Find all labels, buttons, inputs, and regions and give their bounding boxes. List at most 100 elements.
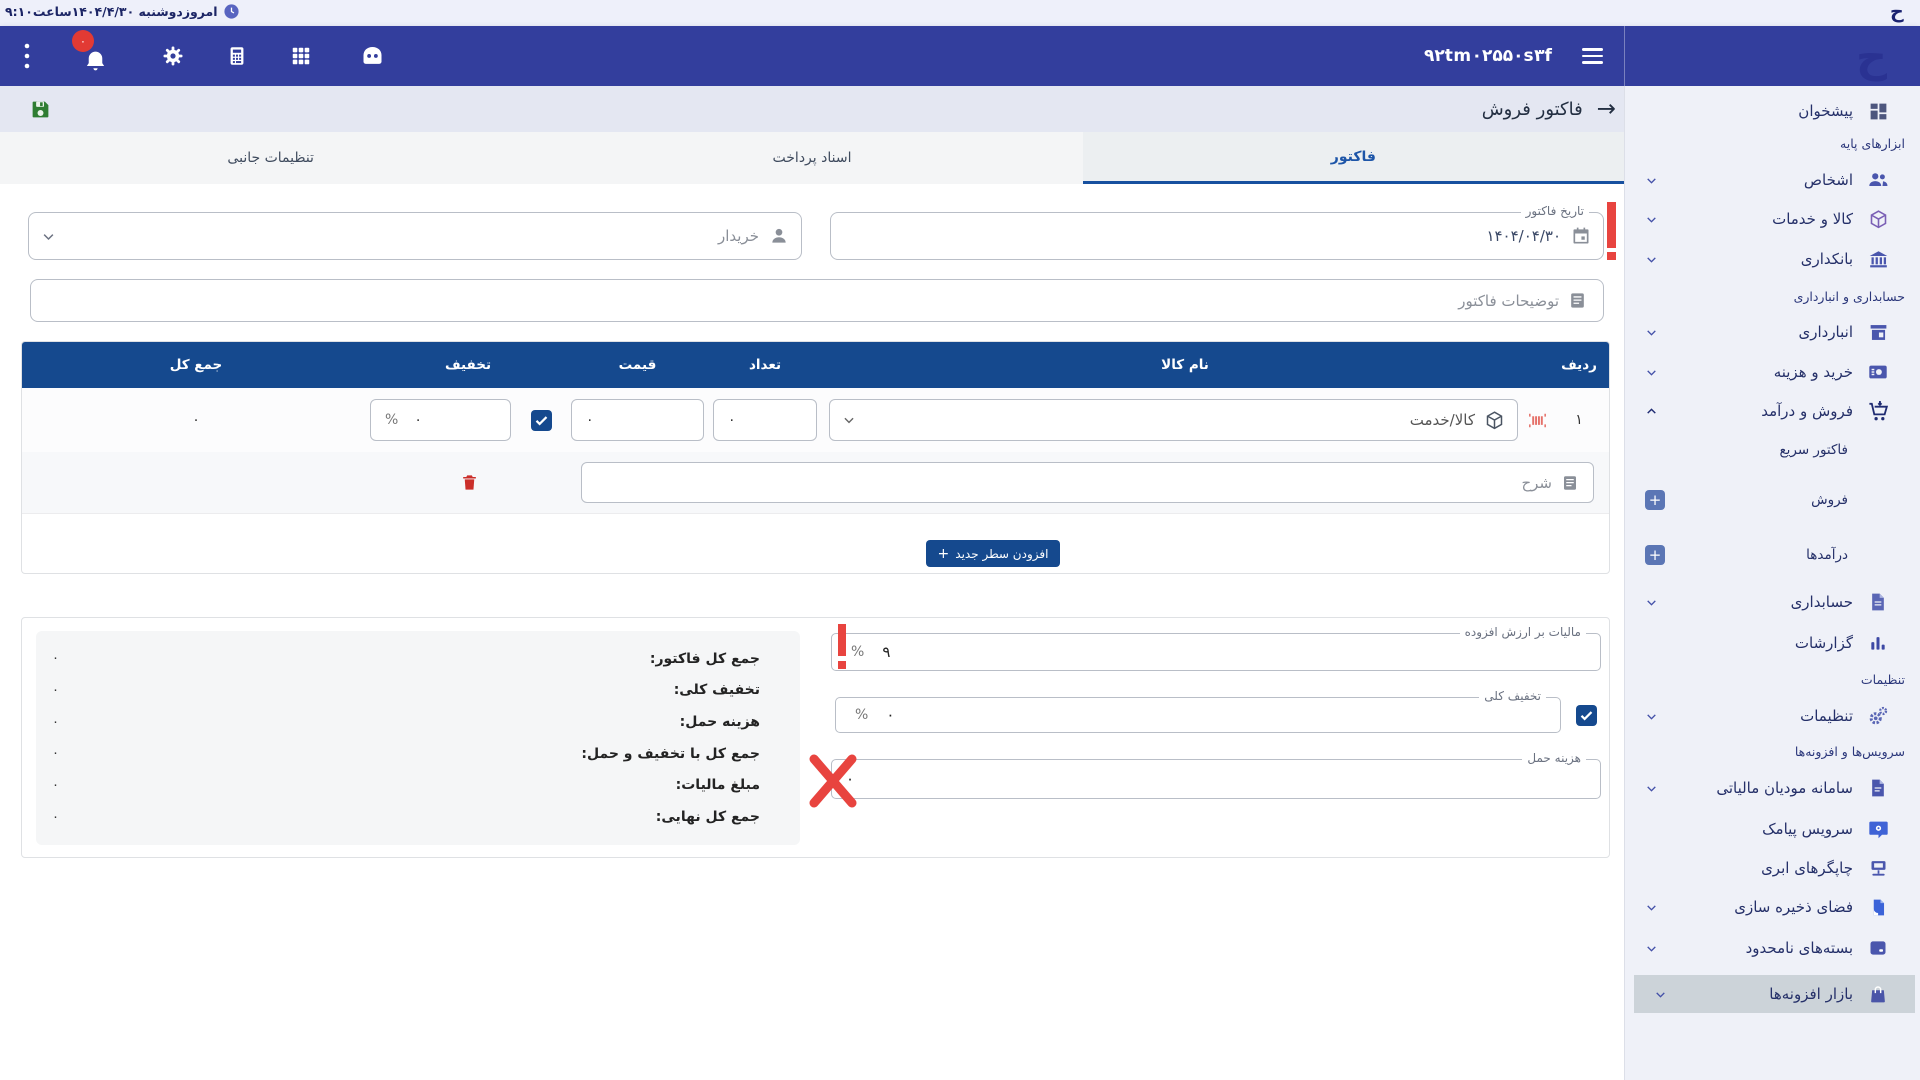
plus-icon: + (938, 546, 950, 562)
sidebar-subitem-label: فاکتور سریع (1779, 442, 1848, 458)
delete-row-trash-icon[interactable] (460, 471, 479, 494)
add-row-label: افزودن سطر جدید (955, 547, 1048, 561)
sidebar-item-accounting[interactable]: حسابداری (1625, 583, 1920, 621)
back-arrow-icon[interactable]: → (1597, 98, 1616, 121)
sidebar-item-tax-system[interactable]: سامانه مودیان مالیاتی (1625, 769, 1920, 807)
navbar-divider (1624, 26, 1625, 86)
apps-grid-icon[interactable] (289, 26, 313, 86)
summary-row-total-with-discount-shipping: جمع کل با تخفیف و حمل: ۰ (52, 746, 760, 762)
calculator-icon[interactable] (225, 26, 249, 86)
chevron-up-icon (1645, 405, 1658, 418)
description-list-icon (1561, 474, 1579, 492)
sidebar-item-persons[interactable]: اشخاص (1625, 161, 1920, 199)
total-discount-input[interactable]: تخفیف کلی % ۰ (835, 697, 1561, 733)
vat-input[interactable]: مالیات بر ارزش افزوده % ۹ (831, 633, 1601, 671)
notifications-bell-icon[interactable]: ۰ (80, 26, 110, 86)
chevron-down-icon (1645, 326, 1658, 339)
sidebar-item-storage-space[interactable]: فضای ذخیره سازی (1625, 888, 1920, 926)
tab-payment-documents[interactable]: اسناد پرداخت (541, 132, 1082, 184)
total-discount-checkbox[interactable] (1576, 705, 1597, 726)
summary-row-total-discount: تخفیف کلی: ۰ (52, 682, 760, 698)
page-toolbar: → فاکتور فروش (0, 86, 1624, 132)
summary-label: جمع کل فاکتور: (650, 651, 760, 667)
tab-side-settings[interactable]: تنظیمات جانبی (0, 132, 541, 184)
people-icon (1866, 169, 1890, 191)
sidebar-item-sales-income[interactable]: فروش و درآمد (1625, 392, 1920, 430)
shipping-cost-input[interactable]: هزینه حمل ۰ (831, 759, 1601, 799)
sidebar-subitem-incomes[interactable]: درآمدها + (1625, 538, 1920, 572)
summary-row-final-total: جمع کل نهایی: ۰ (52, 809, 760, 825)
hamburger-menu-icon[interactable] (1582, 48, 1603, 64)
sidebar-item-dashboard[interactable]: پیشخوان (1625, 92, 1920, 130)
header-item-name: نام کالا (821, 357, 1549, 373)
printer-icon (1866, 858, 1890, 879)
add-row-button[interactable]: + افزودن سطر جدید (926, 540, 1060, 567)
summary-value: ۰ (52, 683, 59, 698)
sidebar-item-settings[interactable]: تنظیمات (1625, 697, 1920, 735)
add-income-button[interactable]: + (1645, 545, 1665, 565)
invoice-items-table: ردیف نام کالا تعداد قیمت تخفیف جمع کل ۱ (21, 341, 1610, 574)
invoice-notes-input[interactable]: توضیحات فاکتور (30, 279, 1604, 322)
datetime-text: امروزدوشنبه ۱۴۰۴/۴/۳۰ساعت۹:۱۰ (5, 4, 218, 19)
add-sales-button[interactable]: + (1645, 490, 1665, 510)
tab-invoice[interactable]: فاکتور (1083, 132, 1624, 184)
percent-sign: % (851, 644, 864, 660)
summary-row-tax-amount: مبلغ مالیات: ۰ (52, 777, 760, 793)
person-icon (769, 226, 789, 246)
product-cube-icon (1484, 410, 1505, 431)
annotation-cursor-date-dot (1607, 252, 1616, 260)
discount-input[interactable]: % ۰ (370, 399, 511, 441)
sidebar-item-unlimited-packages[interactable]: بسته‌های نامحدود (1625, 929, 1920, 967)
price-value: ۰ (586, 412, 594, 428)
row-total: ۰ (22, 412, 370, 428)
chevron-down-icon (1645, 174, 1658, 187)
sidebar-item-reports[interactable]: گزارشات (1625, 624, 1920, 662)
sidebar-item-goods-services[interactable]: کالا و خدمات (1625, 200, 1920, 238)
sidebar-section-settings: تنظیمات (1625, 667, 1920, 691)
sidebar-item-banking[interactable]: بانکداری (1625, 240, 1920, 278)
box-icon (1866, 209, 1890, 230)
chevron-down-icon (1654, 988, 1667, 1001)
summary-value: ۰ (52, 715, 59, 730)
summary-label: جمع کل نهایی: (656, 809, 760, 825)
main-content: → فاکتور فروش فاکتور اسناد پرداخت تنظیما… (0, 86, 1624, 1080)
notes-placeholder: توضیحات فاکتور (1458, 292, 1559, 310)
row-number: ۱ (1549, 412, 1609, 428)
chevron-down-icon (41, 229, 56, 244)
quantity-input[interactable]: ۰ (713, 399, 817, 441)
header-row-number: ردیف (1549, 357, 1609, 373)
total-discount-value: ۰ (886, 706, 894, 724)
kebab-menu-icon[interactable] (20, 26, 34, 86)
item-select-placeholder: کالا/خدمت (1410, 411, 1475, 429)
gear-icon[interactable] (160, 26, 186, 86)
discount-value: ۰ (414, 412, 422, 428)
item-select[interactable]: کالا/خدمت (829, 399, 1518, 441)
sidebar-item-label: فضای ذخیره سازی (1734, 898, 1853, 916)
invoice-form: تاریخ فاکتور ۱۴۰۴/۰۴/۳۰ خریدار (0, 184, 1624, 1080)
sidebar-subitem-quick-invoice[interactable]: فاکتور سریع (1625, 433, 1920, 467)
price-input[interactable]: ۰ (571, 399, 704, 441)
sidebar-item-cloud-printers[interactable]: چاپگرهای ابری (1625, 849, 1920, 887)
sidebar-item-sms-service[interactable]: سرویس پیامک (1625, 810, 1920, 848)
sidebar-item-label: بسته‌های نامحدود (1746, 939, 1853, 957)
sidebar-item-warehousing[interactable]: انبارداری (1625, 313, 1920, 351)
sidebar-item-addons-market[interactable]: بازار افزونه‌ها (1634, 975, 1915, 1013)
sidebar-item-label: چاپگرهای ابری (1761, 859, 1853, 877)
shopping-bag-icon (1866, 984, 1890, 1004)
summary-value: ۰ (52, 810, 59, 825)
page-title: فاکتور فروش (1482, 99, 1583, 120)
buyer-select[interactable]: خریدار (28, 212, 802, 260)
barcode-icon[interactable] (1526, 409, 1549, 432)
invoice-date-field[interactable]: تاریخ فاکتور ۱۴۰۴/۰۴/۳۰ (830, 212, 1604, 260)
save-icon[interactable] (30, 99, 51, 120)
chevron-down-icon (1645, 710, 1658, 723)
row-description-input[interactable]: شرح (581, 462, 1594, 503)
notifications-badge: ۰ (72, 30, 94, 52)
sidebar-item-purchase-expense[interactable]: خرید و هزینه (1625, 353, 1920, 391)
chevron-down-icon (1645, 942, 1658, 955)
assistant-robot-icon[interactable] (357, 26, 387, 86)
discount-percent-checkbox[interactable] (531, 410, 552, 431)
sidebar-section-services-addons: سرویس‌ها و افزونه‌ها (1625, 739, 1920, 763)
sidebar-subitem-sales[interactable]: فروش + (1625, 483, 1920, 517)
sidebar-navigation: پیشخوان ابزارهای پایه اشخاص کالا و خدمات… (1624, 86, 1920, 1080)
